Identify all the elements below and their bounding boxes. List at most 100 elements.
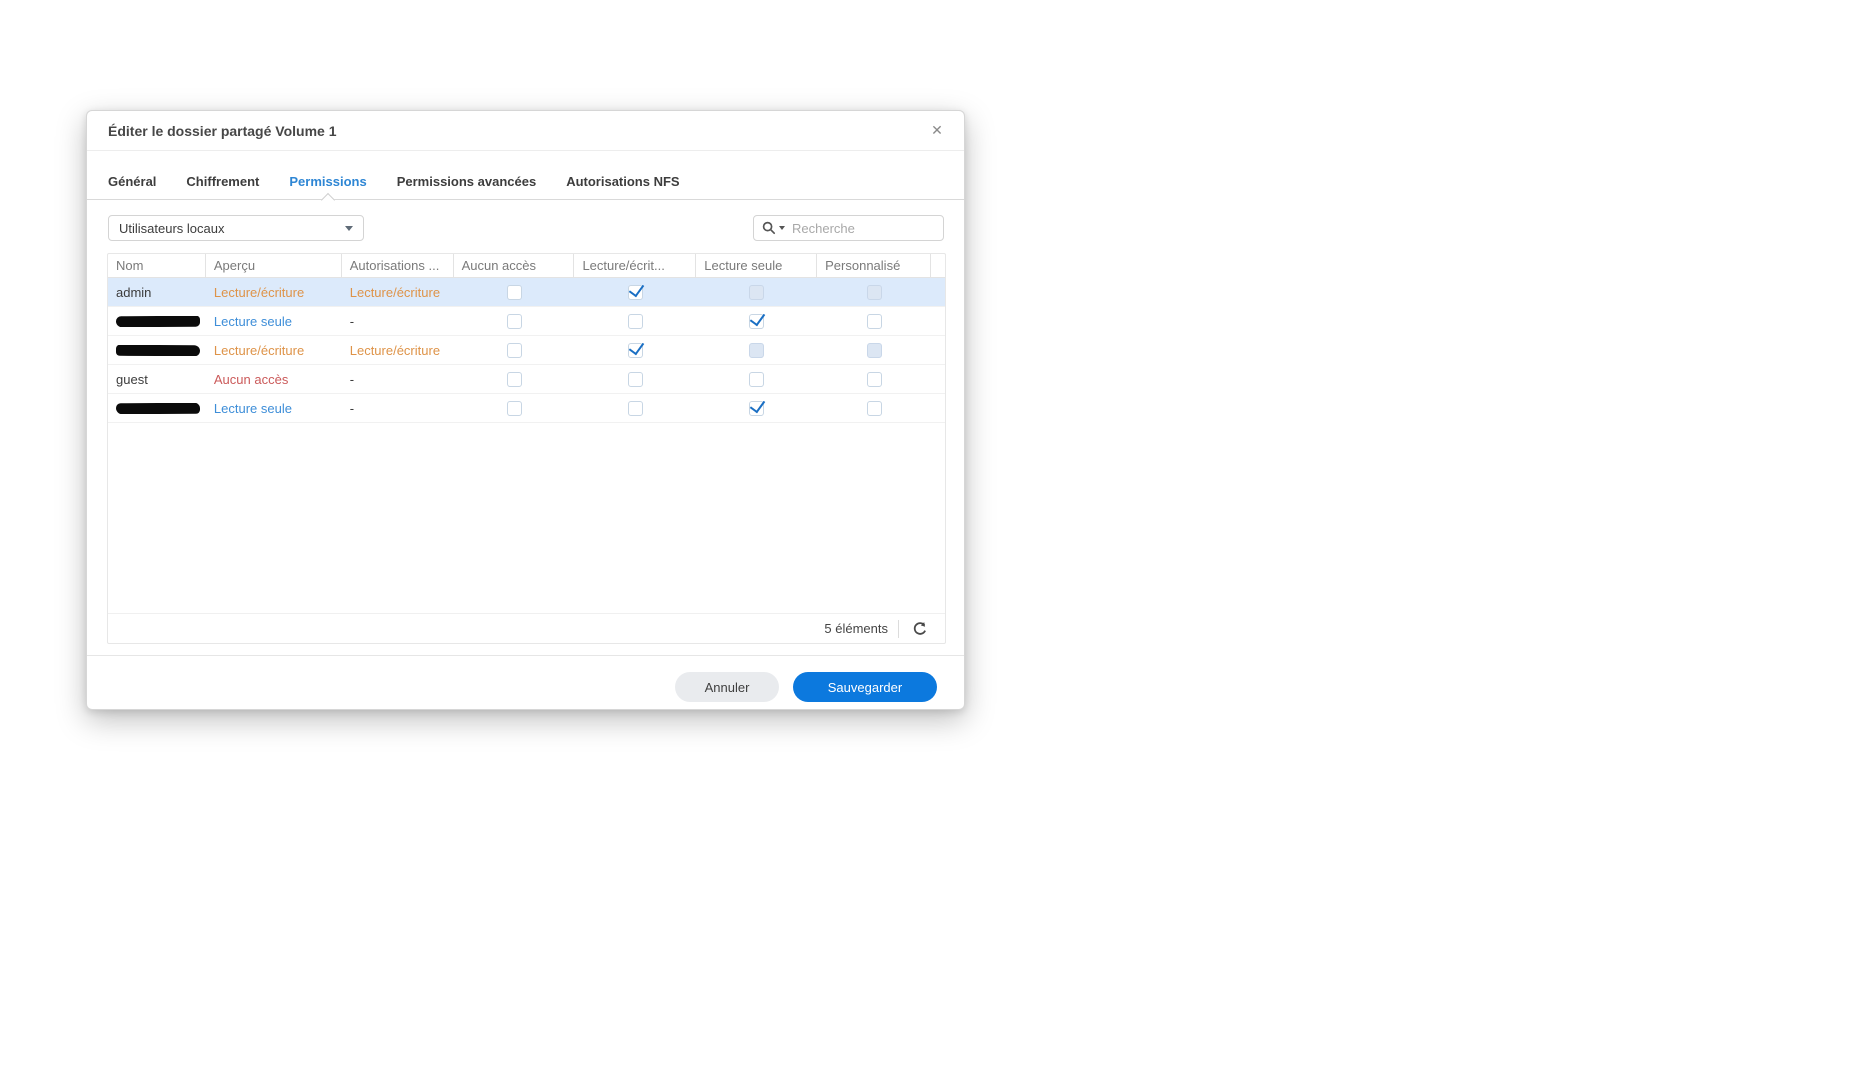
checkbox-lecture-ecriture[interactable]	[627, 400, 643, 416]
column-header-nom[interactable]: Nom	[108, 254, 206, 277]
checkbox-cell-aucun-acces	[454, 284, 575, 300]
autorisations-cell: -	[349, 400, 355, 416]
checkbox-cell-aucun-acces	[454, 313, 575, 329]
search-scope-caret-icon	[779, 226, 785, 230]
tab-permissions[interactable]: Permissions	[289, 174, 366, 189]
autorisations-cell: -	[349, 371, 355, 387]
search-input[interactable]	[792, 220, 935, 236]
checkbox-lecture-ecriture[interactable]	[627, 284, 643, 300]
checkbox-cell-lecture-seule	[696, 371, 817, 387]
table-body: admin Lecture/écriture Lecture/écriture Lec…	[108, 278, 945, 423]
checkbox-lecture-ecriture[interactable]	[627, 371, 643, 387]
tab-chiffrement[interactable]: Chiffrement	[186, 174, 259, 189]
checkbox-cell-lecture-seule	[696, 313, 817, 329]
checkbox-personnalise[interactable]	[866, 400, 882, 416]
column-header-apercu[interactable]: Aperçu	[206, 254, 342, 277]
close-icon[interactable]: ✕	[926, 120, 948, 142]
table-pager: 5 éléments	[108, 613, 945, 643]
item-count: 5 éléments	[824, 621, 888, 636]
search-box[interactable]	[753, 215, 944, 241]
apercu-cell: Lecture seule	[213, 400, 292, 416]
name-cell	[108, 402, 206, 414]
checkbox-lecture-ecriture[interactable]	[627, 313, 643, 329]
pager-divider	[898, 619, 899, 638]
apercu-cell: Lecture seule	[213, 313, 292, 329]
checkbox-cell-lecture-seule	[696, 284, 817, 300]
apercu-cell: Aucun accès	[213, 371, 289, 387]
tab-autorisations-nfs[interactable]: Autorisations NFS	[566, 174, 679, 189]
checkbox-aucun-acces[interactable]	[506, 371, 522, 387]
column-header-lecture-ecrit[interactable]: Lecture/écrit...	[574, 254, 697, 277]
table-row[interactable]: Lecture seule -	[108, 394, 945, 423]
apercu-cell: Lecture/écriture	[213, 342, 305, 358]
checkbox-cell-personnalise	[817, 284, 931, 300]
checkbox-personnalise	[866, 342, 882, 358]
checkbox-lecture-seule[interactable]	[749, 371, 765, 387]
name-cell: admin	[116, 284, 152, 300]
checkbox-lecture-seule	[749, 284, 765, 300]
toolbar: Utilisateurs locaux	[87, 215, 964, 241]
checkbox-cell-aucun-acces	[454, 400, 575, 416]
refresh-button[interactable]	[909, 618, 931, 640]
refresh-icon	[913, 621, 926, 635]
column-header-aucun-acces[interactable]: Aucun accès	[454, 254, 575, 277]
table-row[interactable]: guest Aucun accès -	[108, 365, 945, 394]
checkbox-personnalise	[866, 284, 882, 300]
chevron-down-icon	[345, 225, 353, 231]
column-header-gutter	[931, 254, 945, 277]
checkbox-cell-aucun-acces	[454, 342, 575, 358]
user-type-dropdown[interactable]: Utilisateurs locaux	[108, 215, 364, 241]
checkbox-lecture-seule	[749, 342, 765, 358]
checkbox-lecture-ecriture[interactable]	[627, 342, 643, 358]
name-cell	[108, 315, 206, 327]
apercu-cell: Lecture/écriture	[213, 284, 305, 300]
redacted-name	[115, 344, 200, 356]
name-cell	[108, 344, 206, 356]
checkbox-cell-aucun-acces	[454, 371, 575, 387]
checkbox-cell-personnalise	[817, 313, 931, 329]
checkbox-cell-lecture-ecriture	[574, 284, 696, 300]
checkbox-personnalise[interactable]	[866, 313, 882, 329]
column-header-autorisations[interactable]: Autorisations ...	[342, 254, 454, 277]
footer-divider	[87, 655, 964, 656]
checkbox-aucun-acces[interactable]	[506, 342, 522, 358]
dialog-title: Éditer le dossier partagé Volume 1	[108, 122, 337, 139]
checkbox-cell-personnalise	[817, 371, 931, 387]
checkbox-aucun-acces[interactable]	[506, 400, 522, 416]
checkbox-cell-lecture-seule	[696, 400, 817, 416]
autorisations-cell: Lecture/écriture	[349, 342, 441, 358]
cancel-button[interactable]: Annuler	[675, 672, 779, 702]
checkbox-cell-lecture-ecriture	[574, 400, 696, 416]
checkbox-cell-lecture-ecriture	[574, 342, 696, 358]
dialog-titlebar: Éditer le dossier partagé Volume 1 ✕	[87, 111, 964, 151]
tabs-bar: Général Chiffrement Permissions Permissions…	[87, 151, 964, 200]
table-row[interactable]: Lecture/écriture Lecture/écriture	[108, 336, 945, 365]
tab-permissions-avancees[interactable]: Permissions avancées	[397, 174, 536, 189]
checkbox-cell-lecture-seule	[696, 342, 817, 358]
user-type-dropdown-value: Utilisateurs locaux	[119, 220, 225, 236]
redacted-name	[115, 402, 200, 414]
checkbox-aucun-acces[interactable]	[506, 284, 522, 300]
checkbox-personnalise[interactable]	[866, 371, 882, 387]
column-header-lecture-seule[interactable]: Lecture seule	[696, 254, 818, 277]
checkbox-cell-lecture-ecriture	[574, 313, 696, 329]
checkbox-aucun-acces[interactable]	[506, 313, 522, 329]
save-button[interactable]: Sauvegarder	[793, 672, 937, 702]
checkbox-lecture-seule[interactable]	[749, 400, 765, 416]
table-header-row: Nom Aperçu Autorisations ... Aucun accès Lec…	[108, 254, 945, 278]
table-row[interactable]: admin Lecture/écriture Lecture/écriture	[108, 278, 945, 307]
checkbox-cell-personnalise	[817, 342, 931, 358]
checkbox-cell-lecture-ecriture	[574, 371, 696, 387]
checkbox-cell-personnalise	[817, 400, 931, 416]
name-cell: guest	[116, 371, 148, 387]
checkbox-lecture-seule[interactable]	[749, 313, 765, 329]
autorisations-cell: Lecture/écriture	[349, 284, 441, 300]
search-icon	[762, 221, 776, 235]
tab-general[interactable]: Général	[108, 174, 156, 189]
edit-shared-folder-dialog: Éditer le dossier partagé Volume 1 ✕ Gén…	[86, 110, 965, 710]
column-header-personnalise[interactable]: Personnalisé	[817, 254, 931, 277]
autorisations-cell: -	[349, 313, 355, 329]
redacted-name	[115, 315, 200, 327]
table-row[interactable]: Lecture seule -	[108, 307, 945, 336]
permissions-table: Nom Aperçu Autorisations ... Aucun accès Lec…	[107, 253, 946, 644]
